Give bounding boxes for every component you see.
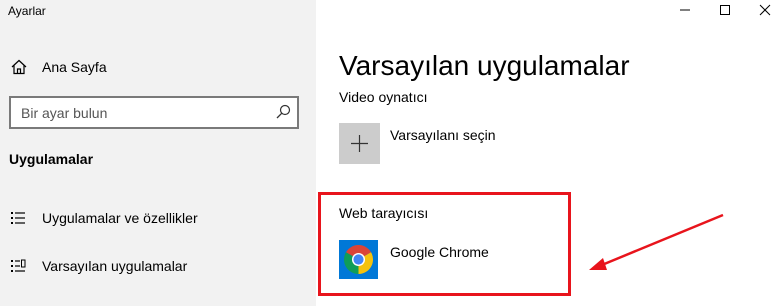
home-icon (11, 59, 27, 75)
chrome-tile (339, 240, 378, 279)
sidebar-item-label: Uygulamalar ve özellikler (42, 210, 198, 226)
search-box[interactable] (9, 96, 299, 129)
choose-default-label: Varsayılanı seçin (390, 127, 496, 143)
app-title: Ayarlar (8, 4, 46, 18)
sidebar: Ayarlar Ana Sayfa Uygulamalar Uygulamala… (0, 0, 316, 306)
search-input[interactable] (11, 98, 261, 127)
nav-home-label: Ana Sayfa (42, 59, 107, 75)
close-icon (759, 4, 771, 16)
choose-default-video-player[interactable]: Varsayılanı seçin (339, 123, 639, 165)
sidebar-item-default-apps[interactable]: Varsayılan uygulamalar (0, 248, 316, 284)
video-player-label: Video oynatıcı (339, 89, 428, 105)
sidebar-item-apps-features[interactable]: Uygulamalar ve özellikler (0, 200, 316, 236)
nav-home[interactable]: Ana Sayfa (0, 50, 316, 84)
sidebar-item-label: Varsayılan uygulamalar (42, 258, 188, 274)
apps-list-icon (11, 212, 25, 224)
section-title: Uygulamalar (9, 151, 94, 167)
search-icon[interactable] (275, 104, 291, 120)
chrome-icon (344, 245, 373, 274)
plus-icon (351, 135, 368, 152)
web-browser-app-label: Google Chrome (390, 244, 489, 260)
plus-tile (339, 123, 380, 164)
minimize-icon (680, 9, 690, 11)
web-browser-label: Web tarayıcısı (339, 205, 429, 221)
web-browser-app-button[interactable]: Google Chrome (339, 240, 559, 280)
close-button[interactable] (742, 0, 778, 20)
default-apps-icon (11, 259, 26, 272)
maximize-icon (720, 5, 730, 15)
arrow-annotation (589, 213, 724, 270)
page-title: Varsayılan uygulamalar (339, 50, 630, 81)
